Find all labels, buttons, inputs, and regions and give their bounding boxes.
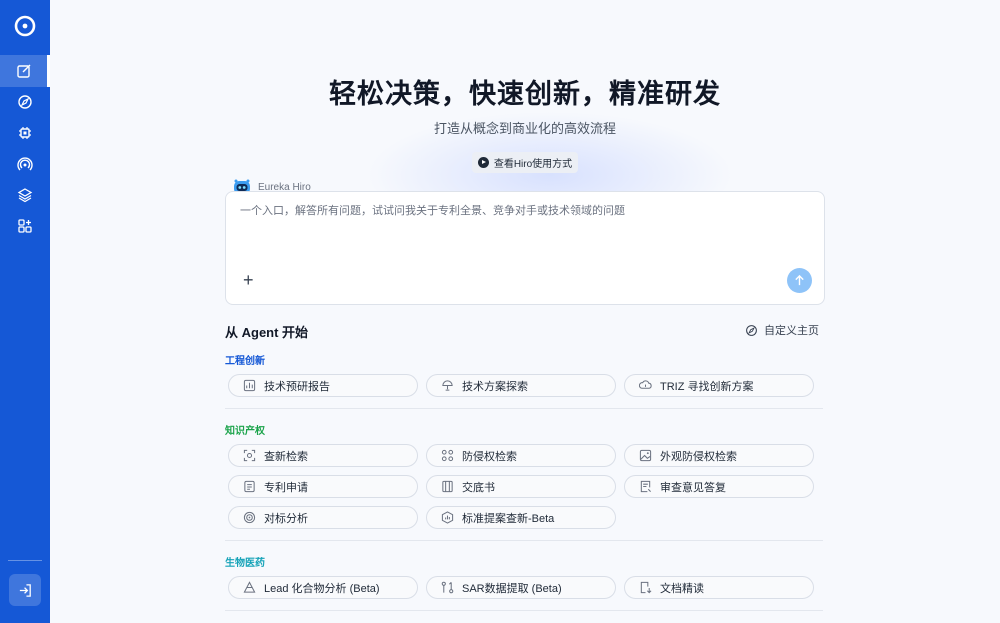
- standard-chart-icon: [441, 511, 454, 524]
- sidebar-item-broadcast[interactable]: [0, 148, 50, 180]
- agent-button[interactable]: 文档精读: [624, 576, 814, 599]
- idea-cloud-icon: [639, 380, 652, 389]
- read-doc-icon: [640, 581, 652, 594]
- agent-button-label: 审查意见答复: [660, 481, 726, 494]
- agents-section-title: 从 Agent 开始: [225, 325, 309, 340]
- category-biomed-label: 生物医药: [225, 558, 265, 569]
- agent-button-label: 交底书: [462, 481, 495, 494]
- sidebar-item-new-chat[interactable]: [0, 55, 50, 87]
- signal-icon: [17, 157, 33, 171]
- agent-button-label: SAR数据提取 (Beta): [462, 582, 562, 595]
- agent-button[interactable]: 对标分析: [228, 506, 418, 529]
- agent-button[interactable]: 标准提案查新-Beta: [426, 506, 616, 529]
- agent-button-label: 查新检索: [264, 450, 308, 463]
- agent-button[interactable]: 专利申请: [228, 475, 418, 498]
- agent-button[interactable]: 技术方案探索: [426, 374, 616, 397]
- compass-icon: [746, 324, 757, 336]
- chart-report-icon: [243, 379, 256, 392]
- sidebar-item-chip[interactable]: [0, 117, 50, 149]
- agents-section-header: 从 Agent 开始 自定义主页: [225, 322, 823, 340]
- agent-button-label: 外观防侵权检索: [660, 450, 737, 463]
- agent-button-label: 技术预研报告: [264, 380, 330, 393]
- agent-button-label: 防侵权检索: [462, 450, 517, 463]
- sidebar-item-apps[interactable]: [0, 210, 50, 242]
- arrow-up-icon: [795, 274, 804, 286]
- sidebar-item-explore[interactable]: [0, 86, 50, 118]
- reply-doc-icon: [640, 480, 651, 493]
- page-title: 轻松决策，快速创新，精准研发: [329, 79, 721, 109]
- category-divider: [225, 610, 823, 611]
- sidebar-divider: [8, 560, 42, 561]
- agent-button[interactable]: 查新检索: [228, 444, 418, 467]
- attach-button[interactable]: +: [243, 271, 254, 289]
- watch-tutorial-button[interactable]: 查看Hiro使用方式: [472, 152, 578, 173]
- molecule-icon: [243, 581, 256, 593]
- agent-button-label: 技术方案探索: [462, 380, 528, 393]
- agent-button[interactable]: 审查意见答复: [624, 475, 814, 498]
- edit-icon: [16, 64, 30, 78]
- shield-nodes-icon: [441, 449, 454, 462]
- agent-button[interactable]: 技术预研报告: [228, 374, 418, 397]
- agent-button-label: 专利申请: [264, 481, 308, 494]
- customize-home-button[interactable]: 自定义主页: [745, 322, 819, 338]
- image-icon: [639, 449, 652, 462]
- agent-button[interactable]: TRIZ 寻找创新方案: [624, 374, 814, 397]
- play-icon: [477, 157, 489, 168]
- app-logo-icon[interactable]: [13, 14, 37, 38]
- watch-tutorial-label: 查看Hiro使用方式: [493, 159, 573, 170]
- category-ip-label: 知识产权: [225, 426, 265, 437]
- apps-grid-icon: [18, 219, 32, 233]
- send-button[interactable]: [787, 268, 812, 293]
- agent-button-label: 对标分析: [264, 512, 308, 525]
- page-subtitle: 打造从概念到商业化的高效流程: [433, 121, 616, 136]
- customize-home-label: 自定义主页: [764, 325, 819, 337]
- agent-button[interactable]: 防侵权检索: [426, 444, 616, 467]
- sidebar-item-layers[interactable]: [0, 179, 50, 211]
- main-content: 轻松决策，快速创新，精准研发 打造从概念到商业化的高效流程 查看Hiro使用方式…: [50, 0, 1000, 623]
- agent-button-label: 文档精读: [660, 582, 704, 595]
- category-divider: [225, 408, 823, 409]
- document-icon: [244, 480, 255, 493]
- agent-button[interactable]: 交底书: [426, 475, 616, 498]
- book-icon: [442, 480, 453, 493]
- logout-button[interactable]: [9, 574, 41, 606]
- agent-button-label: TRIZ 寻找创新方案: [660, 380, 754, 393]
- lamp-icon: [442, 380, 453, 391]
- compass-icon: [18, 95, 32, 109]
- layers-icon: [17, 188, 33, 203]
- flow-icon: [441, 581, 454, 594]
- logout-icon: [19, 583, 31, 597]
- category-engineering-label: 工程创新: [225, 356, 265, 367]
- agent-button[interactable]: 外观防侵权检索: [624, 444, 814, 467]
- agent-button-label: 标准提案查新-Beta: [462, 512, 555, 525]
- chat-input[interactable]: [238, 200, 812, 222]
- category-divider: [225, 540, 823, 541]
- chat-box: +: [225, 191, 825, 305]
- sidebar: [0, 0, 50, 623]
- agent-button-label: Lead 化合物分析 (Beta): [264, 582, 380, 595]
- agent-button[interactable]: Lead 化合物分析 (Beta): [228, 576, 418, 599]
- chip-icon: [19, 127, 31, 139]
- scan-icon: [243, 449, 256, 462]
- agent-button[interactable]: SAR数据提取 (Beta): [426, 576, 616, 599]
- target-icon: [243, 511, 256, 524]
